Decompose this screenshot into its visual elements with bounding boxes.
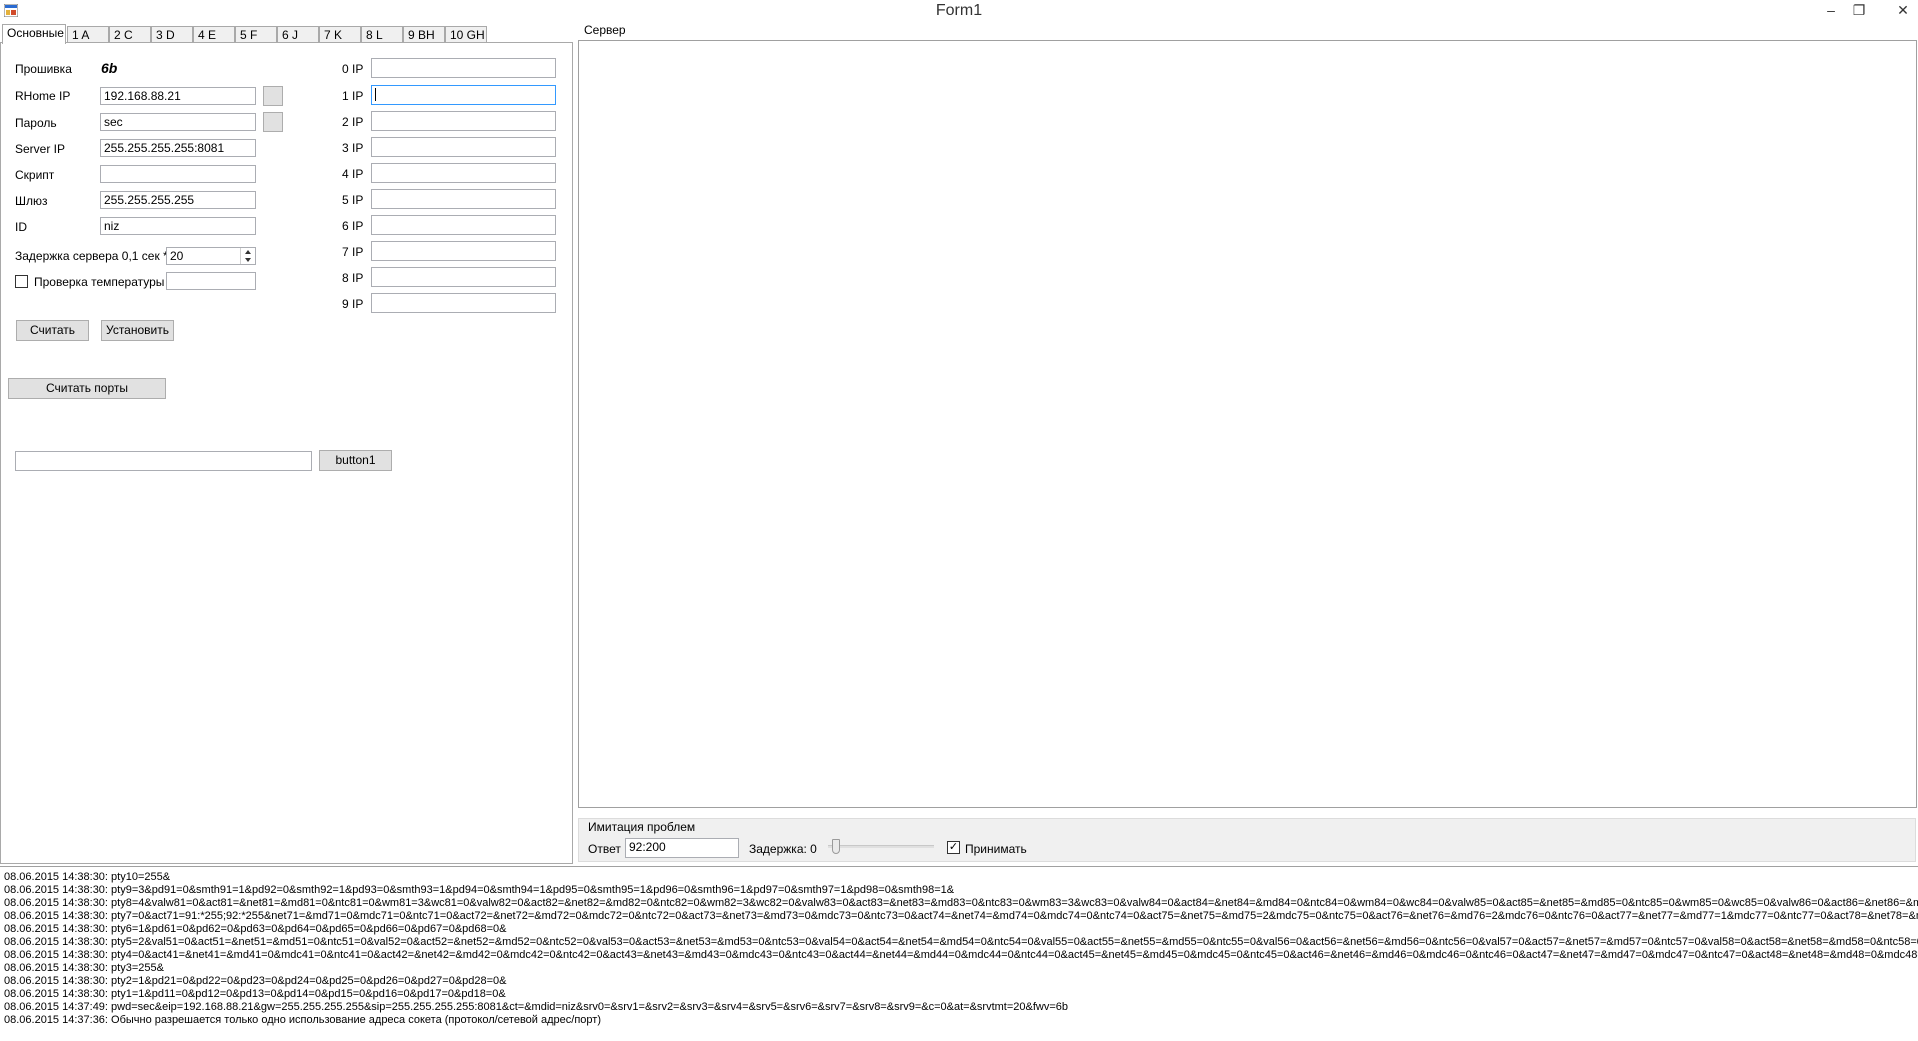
tab-3d[interactable]: 3 D	[151, 26, 193, 42]
delay-slider-label: Задержка: 0	[749, 842, 817, 856]
log-line: 08.06.2015 14:38:30: pty10=255&	[4, 871, 171, 883]
tab-7k[interactable]: 7 K	[319, 26, 361, 42]
log-line: 08.06.2015 14:38:30: pty6=1&pd61=0&pd62=…	[4, 923, 507, 935]
gateway-label: Шлюз	[15, 194, 48, 208]
extra-input[interactable]	[15, 451, 312, 471]
ip-input-9[interactable]	[371, 293, 556, 313]
password-label: Пароль	[15, 116, 57, 130]
ip-input-5[interactable]	[371, 189, 556, 209]
ip-label-8: 8 IP	[342, 271, 364, 285]
text-caret	[375, 88, 376, 102]
id-label: ID	[15, 220, 27, 234]
server-ip-label: Server IP	[15, 142, 66, 156]
log-line: 08.06.2015 14:38:30: pty3=255&	[4, 962, 164, 974]
delay-slider-track[interactable]	[828, 845, 934, 848]
log-line: 08.06.2015 14:38:30: pty2=1&pd21=0&pd22=…	[4, 975, 507, 987]
script-label: Скрипт	[15, 168, 55, 182]
tab-5f[interactable]: 5 F	[235, 26, 277, 42]
ip-label-4: 4 IP	[342, 167, 364, 181]
rhome-ip-label: RHome IP	[15, 89, 71, 103]
ip-label-1: 1 IP	[342, 89, 364, 103]
ip-label-9: 9 IP	[342, 297, 364, 311]
server-ip-input[interactable]: 255.255.255.255:8081	[100, 139, 256, 157]
delay-slider-thumb[interactable]	[832, 839, 840, 854]
script-input[interactable]	[100, 165, 256, 183]
accept-checkbox[interactable]: ✓	[947, 841, 960, 854]
ip-label-7: 7 IP	[342, 245, 364, 259]
log-line: 08.06.2015 14:38:30: pty5=2&val51=0&act5…	[4, 936, 1918, 948]
temperature-check-label: Проверка температуры	[34, 275, 165, 289]
log-line: 08.06.2015 14:38:30: pty4=0&act41=&net41…	[4, 949, 1918, 961]
problems-simulation-label: Имитация проблем	[588, 820, 696, 834]
ip-input-4[interactable]	[371, 163, 556, 183]
firmware-value: 6b	[101, 60, 118, 76]
ip-input-3[interactable]	[371, 137, 556, 157]
ip-input-8[interactable]	[371, 267, 556, 287]
check-icon: ✓	[948, 841, 959, 853]
ip-input-2[interactable]	[371, 111, 556, 131]
id-input[interactable]: niz	[100, 217, 256, 235]
tab-8l[interactable]: 8 L	[361, 26, 403, 42]
log-output[interactable]: 08.06.2015 14:38:30: pty10=255& 08.06.20…	[0, 866, 1918, 1041]
server-delay-label: Задержка сервера 0,1 сек *	[15, 249, 168, 263]
server-delay-value: 20	[170, 249, 184, 263]
rhome-ip-input[interactable]: 192.168.88.21	[100, 87, 256, 105]
tab-main[interactable]: Основные	[2, 24, 66, 44]
gateway-input[interactable]: 255.255.255.255	[100, 191, 256, 209]
tab-strip: Основные 1 A 2 C 3 D 4 E 5 F 6 J 7 K 8 L…	[0, 24, 575, 44]
temperature-input[interactable]	[166, 272, 256, 290]
log-line: 08.06.2015 14:38:30: pty7=0&act71=91:*25…	[4, 910, 1918, 922]
tab-2c[interactable]: 2 C	[109, 26, 151, 42]
read-button[interactable]: Считать	[16, 320, 89, 341]
spinner-down-icon[interactable]	[243, 257, 253, 263]
ip-label-0: 0 IP	[342, 62, 364, 76]
restore-button[interactable]: ❐	[1846, 0, 1872, 22]
set-button[interactable]: Установить	[101, 320, 174, 341]
close-button[interactable]: ✕	[1890, 0, 1916, 22]
log-line: 08.06.2015 14:38:30: pty1=1&pd11=0&pd12=…	[4, 988, 506, 1000]
log-line: 08.06.2015 14:37:49: pwd=sec&eip=192.168…	[4, 1001, 1069, 1013]
ip-input-7[interactable]	[371, 241, 556, 261]
firmware-label: Прошивка	[15, 62, 72, 76]
log-line: 08.06.2015 14:37:36: Обычно разрешается …	[4, 1014, 601, 1026]
log-line: 08.06.2015 14:38:30: pty8=4&valw81=0&act…	[4, 897, 1918, 909]
rhome-ip-action-button[interactable]	[263, 86, 283, 106]
log-line: 08.06.2015 14:38:30: pty9=3&pd91=0&smth9…	[4, 884, 955, 896]
server-group-label: Сервер	[584, 23, 626, 37]
server-output-area[interactable]	[578, 40, 1917, 808]
tab-10gh[interactable]: 10 GH	[445, 26, 487, 42]
tab-9bh[interactable]: 9 BH	[403, 26, 445, 42]
ip-input-6[interactable]	[371, 215, 556, 235]
password-input[interactable]: sec	[100, 113, 256, 131]
answer-input[interactable]: 92:200	[625, 838, 739, 858]
window-title: Form1	[935, 2, 983, 19]
title-bar[interactable]: Form1 – ❐ ✕	[0, 0, 1918, 23]
accept-label: Принимать	[965, 842, 1027, 856]
spinner-up-icon[interactable]	[243, 249, 253, 255]
button1[interactable]: button1	[319, 450, 392, 471]
password-action-button[interactable]	[263, 112, 283, 132]
spinner-buttons	[240, 248, 256, 264]
answer-label: Ответ	[588, 842, 621, 856]
read-ports-button[interactable]: Считать порты	[8, 378, 166, 399]
ip-input-1[interactable]	[371, 85, 556, 105]
ip-label-3: 3 IP	[342, 141, 364, 155]
tab-1a[interactable]: 1 A	[67, 26, 109, 42]
ip-label-6: 6 IP	[342, 219, 364, 233]
temperature-check-checkbox[interactable]	[15, 275, 28, 288]
tab-6j[interactable]: 6 J	[277, 26, 319, 42]
tab-4e[interactable]: 4 E	[193, 26, 235, 42]
ip-input-0[interactable]	[371, 58, 556, 78]
minimize-button[interactable]: –	[1818, 0, 1844, 22]
ip-label-2: 2 IP	[342, 115, 364, 129]
ip-label-5: 5 IP	[342, 193, 364, 207]
